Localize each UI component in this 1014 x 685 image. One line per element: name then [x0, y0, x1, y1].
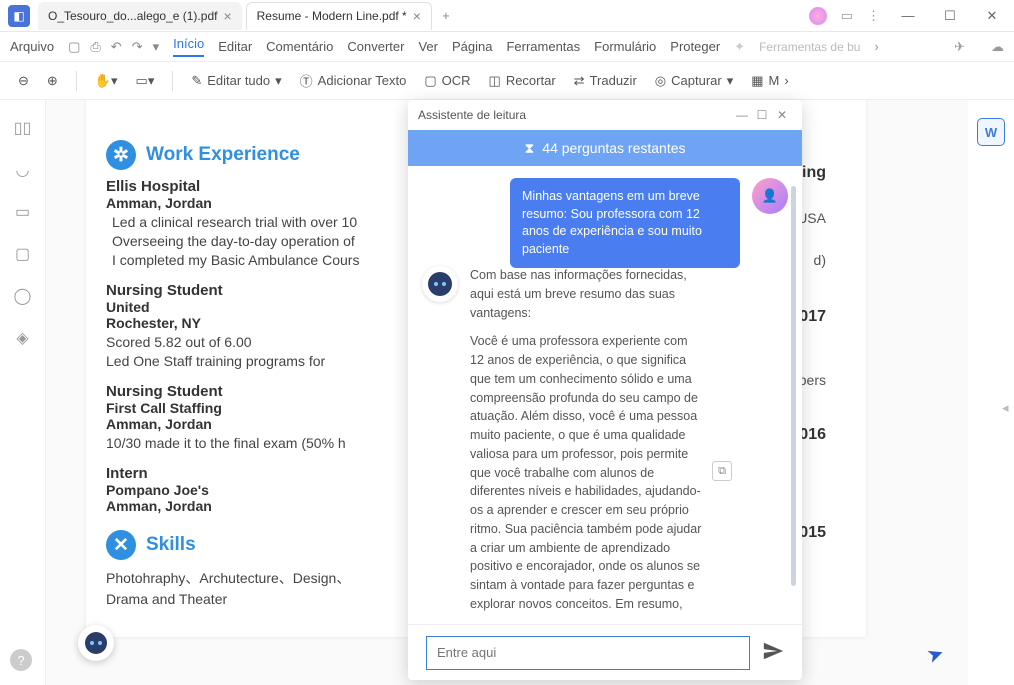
more-button[interactable]: ▦ M› — [751, 73, 788, 89]
layers-icon[interactable]: ◈ — [16, 328, 28, 348]
menu-editar[interactable]: Editar — [218, 39, 252, 54]
close-button[interactable]: ✕ — [978, 2, 1006, 30]
undo-icon[interactable]: ↶ — [111, 39, 122, 55]
search-tools-hint[interactable]: Ferramentas de bu — [759, 40, 860, 54]
hand-tool-icon[interactable]: ✋▾ — [95, 73, 118, 89]
reading-assistant-panel: Assistente de leitura — ☐ ✕ ⧗ 44 pergunt… — [408, 100, 802, 680]
grid-icon: ▦ — [751, 73, 763, 89]
zoom-in-button[interactable]: ⊕ — [47, 73, 58, 89]
close-icon[interactable]: × — [223, 8, 231, 24]
help-button[interactable]: ? — [10, 649, 32, 671]
maximize-button[interactable]: ☐ — [936, 2, 964, 30]
send-button[interactable] — [762, 640, 784, 665]
minimize-icon[interactable]: — — [732, 108, 752, 122]
gear-icon: ✲ — [106, 140, 136, 170]
cloud-icon[interactable]: ☁ — [991, 39, 1004, 55]
bot-avatar-icon — [422, 266, 458, 302]
redo-icon[interactable]: ↷ — [132, 39, 143, 55]
menu-converter[interactable]: Converter — [347, 39, 404, 54]
menu-ferramentas[interactable]: Ferramentas — [506, 39, 580, 54]
tab-label: O_Tesouro_do...alego_e (1).pdf — [48, 9, 217, 23]
left-rail: ▯▯ ◡ ▭ ▢ ◯ ◈ — [0, 100, 46, 685]
scrollbar[interactable] — [791, 186, 796, 586]
zoom-out-button[interactable]: ⊖ — [18, 73, 29, 89]
camera-icon: ◎ — [655, 73, 666, 89]
kebab-icon[interactable]: ⋮ — [867, 8, 880, 24]
minimize-button[interactable]: — — [894, 2, 922, 30]
close-icon[interactable]: ✕ — [772, 108, 792, 122]
pencil-icon: ✎ — [191, 73, 202, 89]
print-icon[interactable]: ⎙ — [90, 39, 100, 55]
copy-button[interactable]: ⧉ — [712, 461, 732, 481]
crop-icon: ◫ — [489, 73, 501, 89]
chat-icon[interactable]: ▭ — [841, 8, 853, 24]
tab-file-2[interactable]: Resume - Modern Line.pdf * × — [246, 2, 432, 30]
user-avatar-icon[interactable] — [809, 7, 827, 25]
capture-button[interactable]: ◎ Capturar▾ — [655, 73, 733, 89]
comment-icon[interactable]: ▭ — [15, 202, 30, 222]
maximize-icon[interactable]: ☐ — [752, 108, 772, 122]
tab-file-1[interactable]: O_Tesouro_do...alego_e (1).pdf × — [38, 2, 242, 30]
attachment-icon[interactable]: ▢ — [15, 244, 30, 264]
assistant-launcher-button[interactable] — [78, 625, 114, 661]
menu-comentario[interactable]: Comentário — [266, 39, 333, 54]
section-skills: Skills — [146, 534, 196, 556]
bot-message: Com base nas informações fornecidas, aqu… — [470, 266, 702, 616]
translate-button[interactable]: ⇄ Traduzir — [574, 73, 637, 89]
tools-icon: ✕ — [106, 530, 136, 560]
right-text: d) — [814, 252, 826, 268]
section-work-experience: Work Experience — [146, 144, 300, 166]
menu-formulario[interactable]: Formulário — [594, 39, 656, 54]
tab-label: Resume - Modern Line.pdf * — [257, 9, 407, 23]
text-icon: Ⓣ — [300, 71, 313, 90]
word-export-icon[interactable]: W — [977, 118, 1005, 146]
ocr-icon: ▢ — [424, 73, 436, 89]
user-message: Minhas vantagens em um breve resumo: Sou… — [510, 178, 740, 268]
send-icon[interactable]: ✈ — [954, 39, 965, 55]
page-display-icon[interactable]: ▭▾ — [136, 73, 155, 89]
dropdown-icon[interactable]: ▾ — [153, 39, 160, 55]
crop-button[interactable]: ◫ Recortar — [489, 73, 556, 89]
add-text-button[interactable]: Ⓣ Adicionar Texto — [300, 71, 407, 90]
hourglass-icon: ⧗ — [524, 140, 534, 157]
close-icon[interactable]: × — [413, 8, 421, 24]
menu-inicio[interactable]: Início — [173, 36, 204, 57]
translate-icon: ⇄ — [574, 73, 585, 89]
bookmark-icon[interactable]: ◡ — [16, 160, 30, 180]
search-icon[interactable]: ◯ — [14, 286, 32, 306]
questions-remaining-banner: ⧗ 44 perguntas restantes — [408, 130, 802, 166]
add-tab-button[interactable]: + — [436, 8, 456, 23]
thumbnails-icon[interactable]: ▯▯ — [14, 118, 32, 138]
app-icon: ◧ — [8, 5, 30, 27]
chat-input[interactable] — [426, 636, 750, 670]
file-menu[interactable]: Arquivo — [10, 39, 54, 54]
edit-all-button[interactable]: ✎ Editar tudo▾ — [191, 73, 281, 89]
panel-title: Assistente de leitura — [418, 108, 732, 122]
user-avatar-icon: 👤 — [752, 178, 788, 214]
expand-right-button[interactable]: ◂ — [1002, 400, 1014, 430]
ocr-button[interactable]: ▢ OCR — [424, 73, 470, 89]
menu-proteger[interactable]: Proteger — [670, 39, 720, 54]
menu-ver[interactable]: Ver — [418, 39, 438, 54]
open-icon[interactable]: ▢ — [68, 39, 80, 55]
menu-pagina[interactable]: Página — [452, 39, 492, 54]
